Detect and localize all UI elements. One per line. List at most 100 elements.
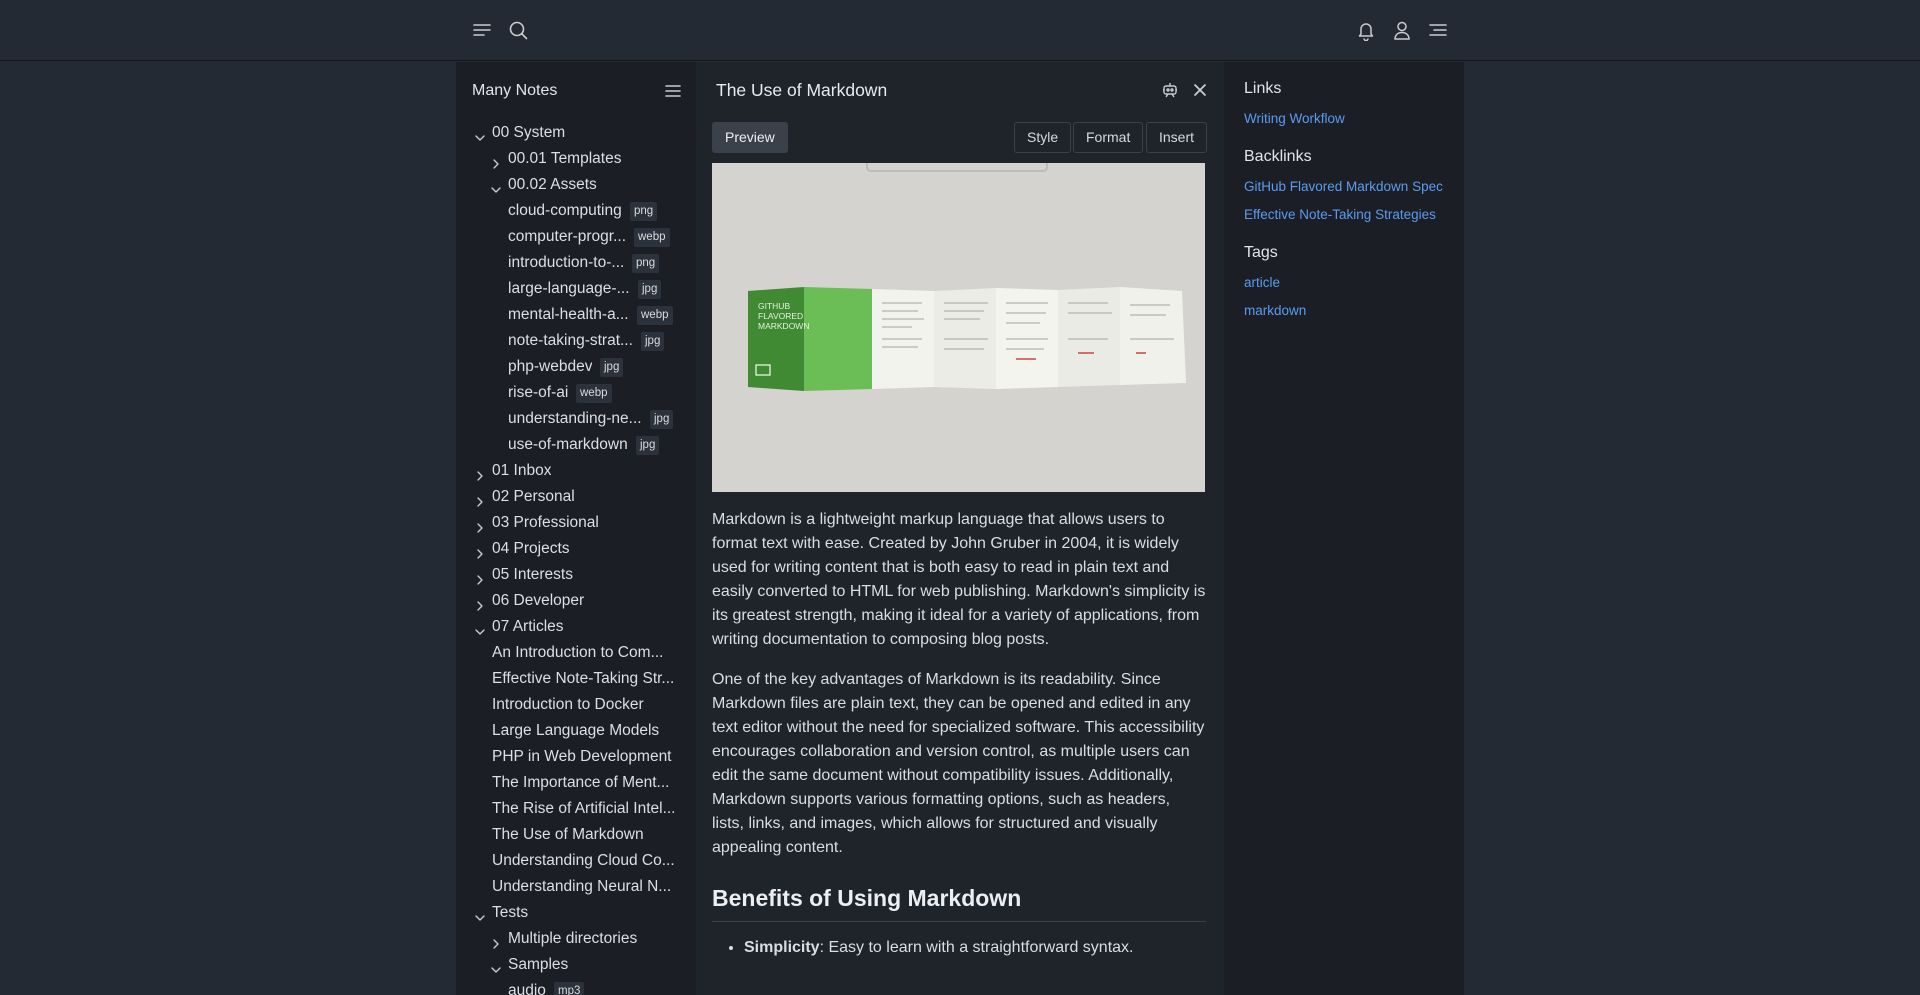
file-tree: 00 System 00.01 Templates 00.02 Assets clou… (456, 120, 696, 995)
tree-file[interactable]: rise-of-ai webp (456, 380, 696, 406)
chevron-right-icon[interactable] (474, 595, 486, 611)
chevron-right-icon[interactable] (490, 933, 502, 949)
insert-button[interactable]: Insert (1146, 122, 1208, 153)
tree-file[interactable]: mental-health-a... webp (456, 302, 696, 328)
tree-file[interactable]: The Rise of Artificial Intel... (456, 796, 696, 822)
tree-file[interactable]: Understanding Cloud Co... (456, 848, 696, 874)
tree-item-label: 02 Personal (492, 488, 575, 505)
tree-file[interactable]: cloud-computing png (456, 198, 696, 224)
user-icon[interactable] (1391, 19, 1413, 41)
sidebar-header: Many Notes (472, 80, 682, 104)
links-panel: Links Writing Workflow Backlinks GitHub … (1224, 62, 1464, 995)
tree-file[interactable]: An Introduction to Com... (456, 640, 696, 666)
tree-folder[interactable]: 06 Developer (456, 588, 696, 614)
format-button[interactable]: Format (1073, 122, 1144, 153)
chevron-right-icon[interactable] (474, 491, 486, 507)
tree-file[interactable]: large-language-... jpg (456, 276, 696, 302)
note-body: Markdown is a lightweight markup languag… (712, 508, 1206, 960)
tree-item-label: 00 System (492, 124, 566, 141)
tree-item-label: Multiple directories (508, 930, 638, 947)
tree-file[interactable]: Introduction to Docker (456, 692, 696, 718)
tree-item-label: An Introduction to Com... (492, 644, 664, 661)
tree-file[interactable]: Large Language Models (456, 718, 696, 744)
preview-button[interactable]: Preview (712, 122, 788, 153)
chevron-down-icon[interactable] (474, 907, 486, 921)
tree-file[interactable]: Understanding Neural N... (456, 874, 696, 900)
ai-assistant-icon[interactable] (1160, 80, 1180, 100)
file-tree-sidebar: Many Notes 00 System 00.01 Templates 00.02… (456, 62, 696, 995)
tree-folder[interactable]: 00 System (456, 120, 696, 146)
chevron-right-icon[interactable] (474, 465, 486, 481)
tree-item-label: Effective Note-Taking Str... (492, 670, 675, 687)
chevron-right-icon[interactable] (474, 517, 486, 533)
style-button[interactable]: Style (1014, 122, 1072, 153)
top-bar (0, 0, 1920, 61)
tree-folder[interactable]: 01 Inbox (456, 458, 696, 484)
tree-item-label: 05 Interests (492, 566, 573, 583)
file-type-badge: jpg (638, 280, 662, 299)
tree-file[interactable]: php-webdev jpg (456, 354, 696, 380)
list-item: Simplicity: Easy to learn with a straigh… (744, 936, 1206, 960)
bell-icon[interactable] (1355, 19, 1377, 42)
chevron-down-icon[interactable] (474, 127, 486, 141)
backlink-note-taking[interactable]: Effective Note-Taking Strategies (1244, 207, 1436, 222)
chevron-down-icon[interactable] (474, 621, 486, 635)
tree-folder[interactable]: 03 Professional (456, 510, 696, 536)
file-type-badge: mp3 (554, 982, 585, 995)
note-pane: The Use of Markdown Preview Style Format… (696, 62, 1224, 995)
tree-file[interactable]: audio mp3 (456, 978, 696, 995)
file-type-badge: webp (576, 384, 612, 403)
tree-file[interactable]: introduction-to-... png (456, 250, 696, 276)
tree-folder[interactable]: 02 Personal (456, 484, 696, 510)
tree-folder[interactable]: 04 Projects (456, 536, 696, 562)
tree-folder[interactable]: Tests (456, 900, 696, 926)
tag-article[interactable]: article (1244, 275, 1280, 290)
tree-item-label: Tests (492, 904, 529, 921)
tree-file[interactable]: The Use of Markdown (456, 822, 696, 848)
tree-item-label: 07 Articles (492, 618, 564, 635)
vault-title: Many Notes (472, 82, 558, 99)
tree-file[interactable]: The Importance of Ment... (456, 770, 696, 796)
list-menu-icon[interactable] (664, 82, 682, 100)
chevron-right-icon[interactable] (490, 153, 502, 169)
tree-file[interactable]: computer-progr... webp (456, 224, 696, 250)
app-body: Many Notes 00 System 00.01 Templates 00.02… (456, 62, 1464, 995)
tree-item-label: Large Language Models (492, 722, 660, 739)
sidebar-toggle-icon[interactable] (471, 19, 493, 41)
tree-folder[interactable]: 07 Articles (456, 614, 696, 640)
tree-item-label: 03 Professional (492, 514, 599, 531)
tree-file[interactable]: PHP in Web Development (456, 744, 696, 770)
tree-item-label: rise-of-ai (508, 384, 569, 401)
file-type-badge: jpg (600, 358, 624, 377)
tree-file[interactable]: use-of-markdown jpg (456, 432, 696, 458)
tree-item-label: 04 Projects (492, 540, 570, 557)
link-writing-workflow[interactable]: Writing Workflow (1244, 111, 1345, 126)
chevron-down-icon[interactable] (490, 179, 502, 193)
tree-file[interactable]: note-taking-strat... jpg (456, 328, 696, 354)
tree-folder[interactable]: 00.02 Assets (456, 172, 696, 198)
tree-file[interactable]: Effective Note-Taking Str... (456, 666, 696, 692)
tree-folder[interactable]: Samples (456, 952, 696, 978)
tree-item-label: large-language-... (508, 280, 630, 297)
tree-folder[interactable]: 00.01 Templates (456, 146, 696, 172)
section-heading: Benefits of Using Markdown (712, 883, 1206, 922)
tree-item-label: 01 Inbox (492, 462, 552, 479)
tree-file[interactable]: understanding-ne... jpg (456, 406, 696, 432)
hero-cover-line-3: MARKDOWN (758, 321, 809, 331)
tree-item-label: The Use of Markdown (492, 826, 644, 843)
tag-markdown[interactable]: markdown (1244, 303, 1306, 318)
tree-item-label: audio (508, 982, 546, 995)
search-icon[interactable] (507, 19, 529, 41)
tree-folder[interactable]: Multiple directories (456, 926, 696, 952)
menu-icon[interactable] (1427, 19, 1449, 41)
tree-item-label: php-webdev (508, 358, 593, 375)
close-icon[interactable] (1190, 80, 1210, 100)
tree-folder[interactable]: 05 Interests (456, 562, 696, 588)
chevron-right-icon[interactable] (474, 543, 486, 559)
tree-item-label: 00.02 Assets (508, 176, 597, 193)
tags-heading: Tags (1244, 244, 1278, 261)
tree-item-label: introduction-to-... (508, 254, 625, 271)
chevron-down-icon[interactable] (490, 959, 502, 973)
chevron-right-icon[interactable] (474, 569, 486, 585)
backlink-gfm-spec[interactable]: GitHub Flavored Markdown Spec (1244, 179, 1443, 194)
